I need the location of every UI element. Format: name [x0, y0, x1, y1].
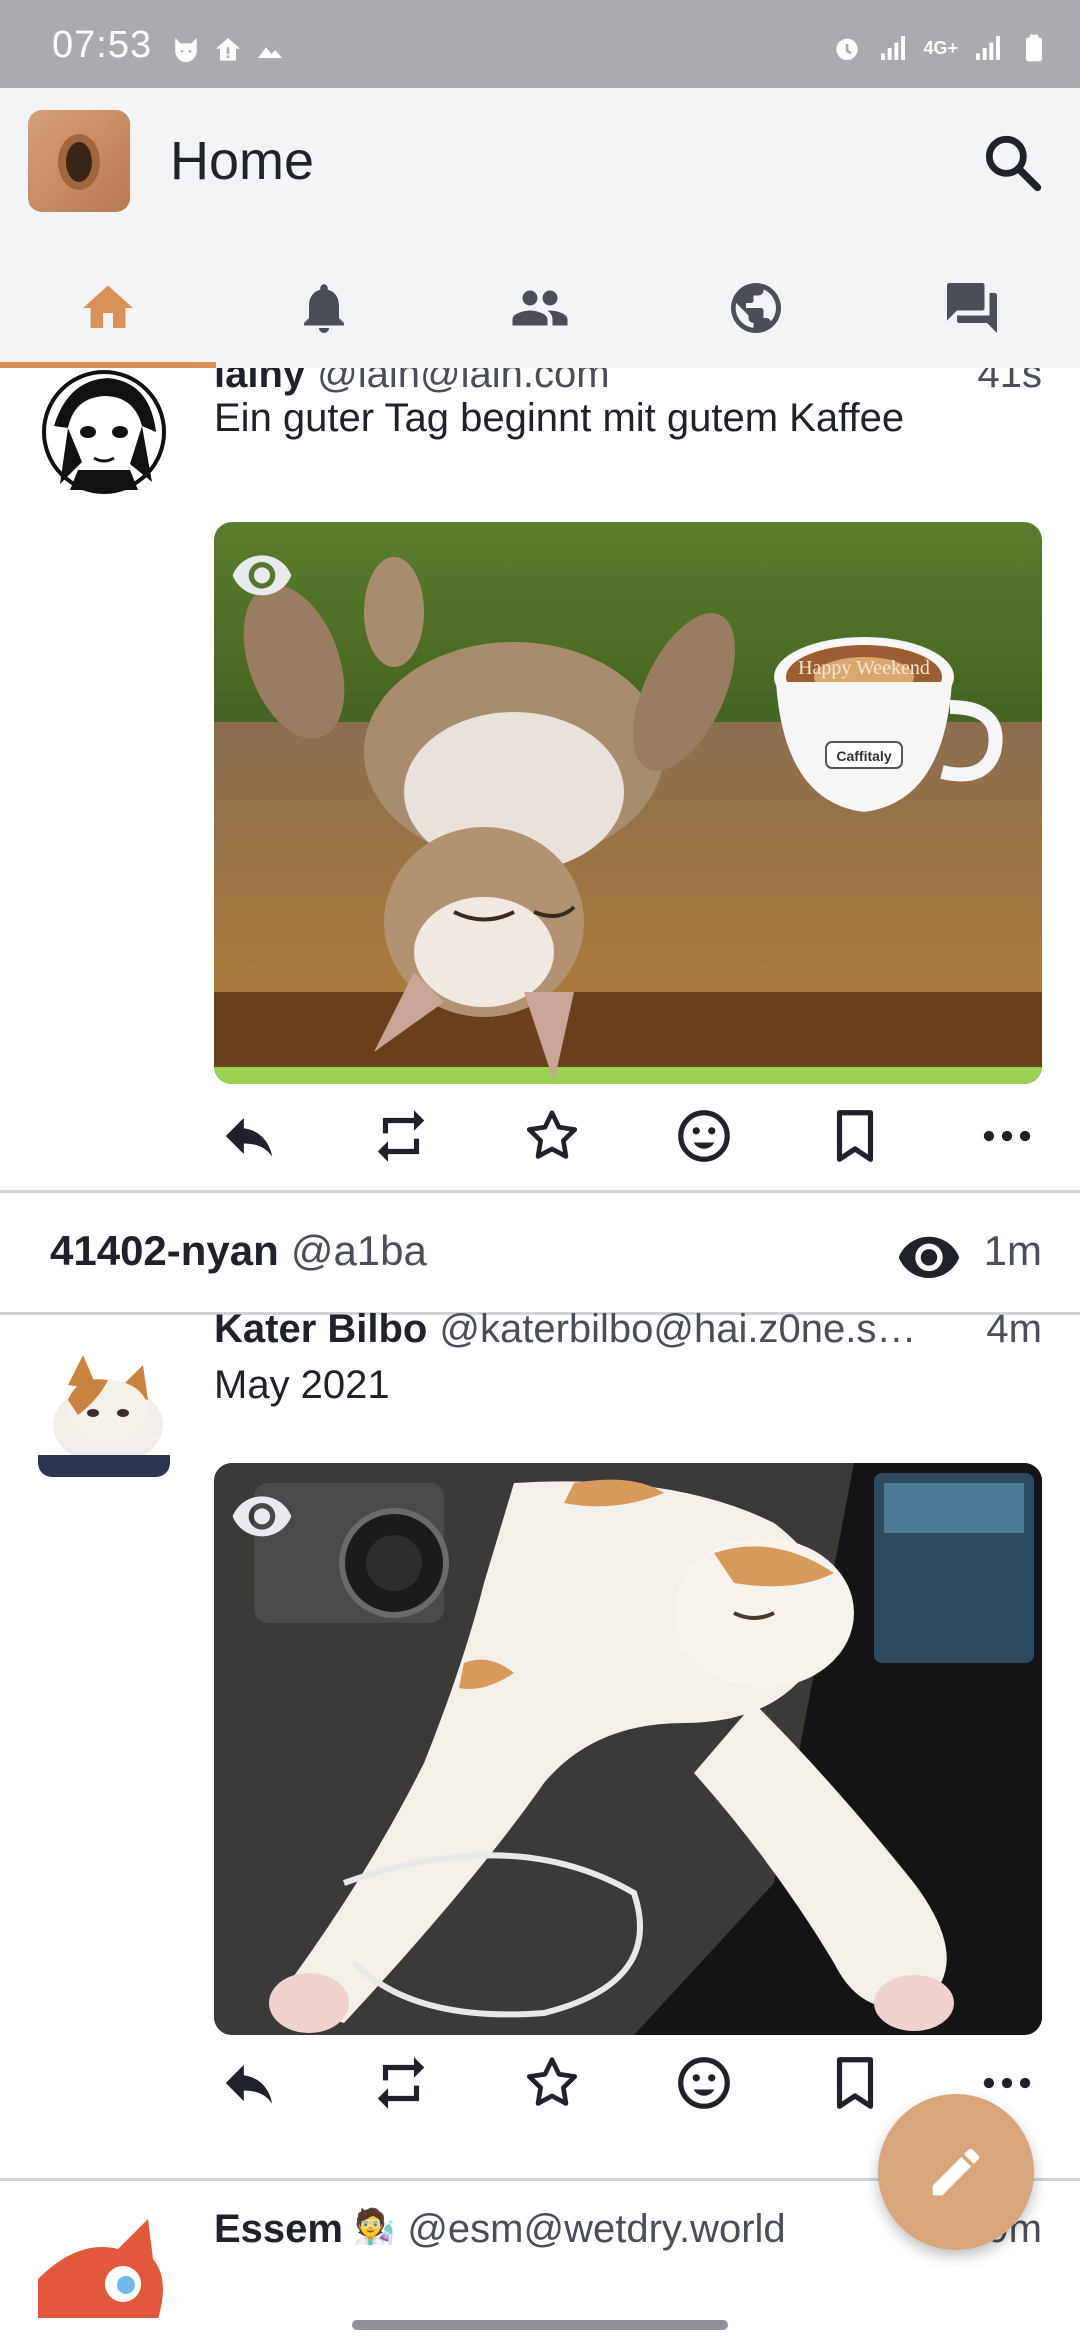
reply-icon	[225, 2064, 273, 2104]
eye-icon[interactable]	[230, 542, 294, 606]
people-icon	[512, 290, 568, 326]
tab-notifications[interactable]	[216, 248, 432, 368]
chat-icon	[947, 283, 997, 333]
app-bar: Home	[0, 88, 1080, 368]
tab-home[interactable]	[0, 248, 216, 368]
signal-icon	[976, 36, 1000, 60]
boost-button[interactable]	[366, 2048, 436, 2118]
account-handle: @lain@lain.com	[317, 368, 610, 396]
battery-icon	[1026, 34, 1042, 62]
cloud-icon	[258, 47, 282, 58]
avatar[interactable]	[38, 1345, 170, 1477]
clock: 07:53	[52, 24, 153, 66]
compose-button[interactable]	[878, 2094, 1034, 2250]
timeline-status-collapsed[interactable]: 41402-nyan @a1ba 1m	[0, 1193, 1080, 1313]
avatar[interactable]	[38, 368, 170, 498]
timeline-tabs	[0, 248, 1080, 368]
bell-icon	[304, 284, 344, 333]
user-avatar[interactable]	[28, 110, 130, 212]
favourite-icon	[527, 2057, 578, 2106]
favourite-button[interactable]	[517, 2048, 587, 2118]
media-photo-cat-laptop	[214, 1463, 1042, 2035]
emoji-react-button[interactable]	[669, 1101, 739, 1171]
cup-art-text: Happy Weekend	[798, 657, 930, 679]
timeline-status[interactable]: lainy @lain@lain.com 41s Ein guter Tag b…	[0, 368, 1080, 1190]
tab-federated[interactable]	[648, 248, 864, 368]
home-timeline[interactable]: lainy @lain@lain.com 41s Ein guter Tag b…	[0, 368, 1080, 2318]
eye-icon[interactable]	[896, 1223, 962, 1289]
display-name[interactable]: Kater Bilbo	[214, 1307, 427, 1352]
page-title: Home	[170, 131, 315, 191]
reply-button[interactable]	[214, 1101, 284, 1171]
cat-icon	[175, 38, 197, 62]
pencil-icon	[932, 2148, 980, 2196]
display-name[interactable]: Essem	[214, 2207, 343, 2252]
tab-conversations[interactable]	[864, 248, 1080, 368]
home-alert-icon	[216, 38, 240, 61]
bookmark-button[interactable]	[820, 1101, 890, 1171]
emoji-react-button[interactable]	[669, 2048, 739, 2118]
avatar-lainy-image	[42, 370, 166, 494]
emoji-react-icon	[677, 2057, 730, 2109]
emoji-react-icon	[677, 1110, 730, 1162]
bookmark-icon	[837, 1110, 874, 1162]
avatar[interactable]	[38, 2209, 170, 2318]
media-attachment[interactable]	[214, 1463, 1042, 2035]
timestamp: 41s	[977, 368, 1043, 396]
search-icon[interactable]	[978, 128, 1046, 196]
tab-local[interactable]	[432, 248, 648, 368]
media-attachment[interactable]: Happy Weekend Caffitaly	[214, 522, 1042, 1084]
timestamp: 4m	[986, 1307, 1042, 1351]
boost-icon	[377, 2057, 424, 2109]
reply-icon	[225, 1117, 273, 1157]
home-icon	[83, 285, 133, 328]
display-name[interactable]: 41402-nyan	[50, 1227, 279, 1275]
timestamp: 1m	[983, 1227, 1042, 1274]
favourite-button[interactable]	[517, 1101, 587, 1171]
favourite-icon	[527, 1110, 578, 1159]
display-name[interactable]: lainy	[214, 368, 305, 397]
account-handle: @katerbilbo@hai.z0ne.s…	[439, 1307, 917, 1351]
alarm-icon	[836, 38, 859, 60]
bookmark-button[interactable]	[820, 2048, 890, 2118]
boost-button[interactable]	[366, 1101, 436, 1171]
account-handle: @a1ba	[290, 1227, 427, 1274]
status-content: May 2021	[214, 1363, 390, 1407]
network-type-label: 4G+	[923, 37, 958, 58]
more-icon	[983, 1130, 1031, 1142]
avatar-essem-image	[38, 2209, 170, 2318]
bookmark-icon	[837, 2057, 874, 2109]
more-button[interactable]	[972, 1101, 1042, 1171]
display-name-emoji: 🧑‍🔬	[352, 2208, 396, 2246]
cup-brand-text: Caffitaly	[836, 748, 891, 764]
avatar-kater-image	[38, 1345, 170, 1477]
media-photo-cat-coffee: Happy Weekend Caffitaly	[214, 522, 1042, 1084]
gesture-handle[interactable]	[352, 2320, 728, 2330]
status-actions	[214, 1096, 1042, 1176]
system-status-bar: 07:53 4G+	[0, 0, 1080, 88]
globe-icon	[731, 283, 781, 333]
boost-icon	[377, 1110, 424, 1162]
signal-icon	[881, 36, 906, 60]
eye-icon[interactable]	[230, 1483, 294, 1547]
reply-button[interactable]	[214, 2048, 284, 2118]
status-content: Ein guter Tag beginnt mit gutem Kaffee	[214, 396, 905, 440]
